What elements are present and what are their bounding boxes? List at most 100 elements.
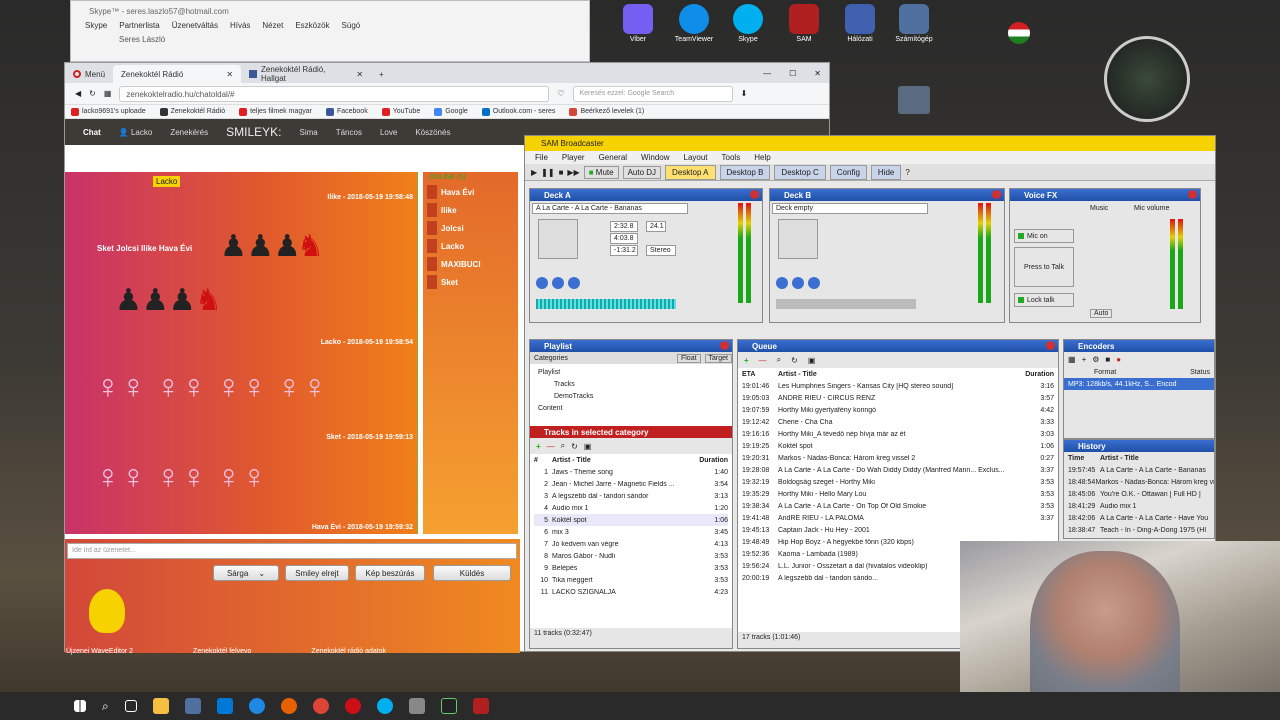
desktop-icon-photo[interactable] — [898, 86, 930, 114]
table-row[interactable]: 19:01:46 Les Humphries Singers - Kansas C… — [742, 380, 1054, 392]
close-icon[interactable] — [1046, 341, 1055, 350]
pause-icon[interactable]: ❚❚ — [541, 168, 554, 177]
skype-contact[interactable]: Seres László — [71, 35, 589, 44]
search-icon[interactable]: ⌕ — [561, 441, 565, 451]
table-row[interactable]: 19:05:03 ANDRÉ RIEU - CIRCUS RENZ 3:57 — [742, 392, 1054, 404]
desktop-icon-viber[interactable]: Viber — [615, 4, 661, 43]
table-row[interactable]: 19:07:59 Horthy Miki gyertyafény koringó 4… — [742, 404, 1054, 416]
mic-on-button[interactable]: Mic on — [1014, 229, 1074, 243]
table-row[interactable]: 19:16:16 Horthy Miki_A tévedő nép hívja m… — [742, 428, 1054, 440]
hide-button[interactable]: Hide — [870, 164, 902, 180]
table-row[interactable]: 8 Maros Gábor - Nudli 3:53 — [534, 550, 728, 562]
desktop-icon-network[interactable]: Hálózati — [837, 4, 883, 43]
nav-lacko[interactable]: 👤 Lacko — [119, 128, 153, 137]
close-icon[interactable]: ✕ — [356, 70, 363, 79]
send-button[interactable]: Küldés — [433, 565, 511, 581]
download-icon[interactable]: ⬇ — [741, 89, 748, 98]
table-row[interactable]: 2 Jean - Michel Jarre - Magnetic Fields .… — [534, 478, 728, 490]
color-select[interactable]: Sárga ⌄ — [213, 565, 279, 581]
desktop-label-waveeditor[interactable]: Újzenei WaveEditor 2 — [66, 648, 133, 655]
desktop-c-tab[interactable]: Desktop C — [774, 164, 826, 180]
encoder-row[interactable]: MP3: 128kb/s, 44.1kHz, S... Encod — [1064, 378, 1214, 390]
app-icon[interactable] — [408, 698, 425, 714]
close-icon[interactable] — [720, 341, 729, 350]
search-icon[interactable]: ⌕ — [777, 355, 781, 365]
skype-icon[interactable] — [376, 698, 393, 714]
skype-menu-view[interactable]: Nézet — [262, 21, 283, 35]
scrollbar[interactable] — [418, 172, 421, 534]
windows-start-icon[interactable] — [74, 700, 86, 712]
url-field[interactable]: zenekoktelradio.hu/chatoldal/# — [119, 85, 550, 102]
table-row[interactable]: 19:12:42 Cherie - Cha Cha 3:33 — [742, 416, 1054, 428]
table-row[interactable]: 19:28:08 A La Carte - A La Carte - Do Wah… — [742, 464, 1054, 476]
add-icon[interactable]: + — [744, 356, 749, 365]
desktop-b-tab[interactable]: Desktop B — [719, 164, 771, 180]
user-ilike[interactable]: Ilike — [423, 201, 518, 219]
skype-window[interactable]: Skype™ - seres.laszlo57@hotmail.com Skyp… — [70, 0, 590, 62]
nav-love[interactable]: Love — [380, 128, 397, 137]
table-row[interactable]: 9 Belépés 3:53 — [534, 562, 728, 574]
skype-menu-contacts[interactable]: Partnerlista — [119, 21, 159, 35]
nav-chat[interactable]: Chat — [83, 128, 101, 137]
table-row[interactable]: 19:20:31 Markos - Nádas-Bonca: Három kreg… — [742, 452, 1054, 464]
smiley-toggle-button[interactable]: Smiley elrejt — [285, 565, 349, 581]
play-icon[interactable] — [552, 277, 564, 289]
tree-playlist[interactable]: Playlist — [538, 366, 724, 378]
close-icon[interactable] — [750, 190, 759, 199]
user-hava-evi[interactable]: Hava Évi — [423, 183, 518, 201]
save-icon[interactable]: ▣ — [808, 356, 816, 365]
user-sket[interactable]: Sket — [423, 273, 518, 291]
float-button[interactable]: Float — [676, 353, 701, 363]
image-insert-button[interactable]: Kép beszúrás — [355, 565, 425, 581]
user-maxibuci[interactable]: MAXIBUCI — [423, 255, 518, 273]
play-icon[interactable] — [792, 277, 804, 289]
browser-menu-button[interactable]: Menü — [65, 65, 113, 83]
sam-menu-window[interactable]: Window — [641, 153, 669, 162]
message-input[interactable]: Ide írd az üzenetet... — [67, 543, 517, 559]
sam-icon[interactable] — [472, 698, 489, 714]
maximize-icon[interactable]: ☐ — [789, 69, 796, 78]
auto-button[interactable]: Auto — [1090, 309, 1113, 318]
bookmark-zenekoktel[interactable]: Zenekoktél Rádió — [159, 107, 225, 116]
table-row[interactable]: 19:32:19 Boldogság szeget - Horthy Miki 3:… — [742, 476, 1054, 488]
sam-menu-tools[interactable]: Tools — [722, 153, 741, 162]
search-icon[interactable]: ⌕ — [102, 699, 109, 714]
remove-icon[interactable]: — — [547, 442, 555, 451]
settings-icon[interactable]: ⚙ — [1092, 355, 1099, 364]
autodj-button[interactable]: Auto DJ — [622, 165, 662, 179]
task-view-icon[interactable] — [124, 700, 137, 712]
table-row[interactable]: 18:48:54 Markos - Nádas-Bonca: Három kreg… — [1068, 476, 1214, 488]
sam-menu-general[interactable]: General — [599, 153, 627, 162]
next-icon[interactable]: ▶▶ — [567, 168, 579, 177]
desktop-icon-teamviewer[interactable]: TeamViewer — [671, 4, 717, 43]
refresh-icon[interactable]: ↻ — [571, 442, 578, 451]
mute-button[interactable]: ■ Mute — [583, 165, 619, 179]
table-row[interactable]: 4 Audio mix 1 1:20 — [534, 502, 728, 514]
table-row[interactable]: 5 Koktél spot 1:06 — [534, 514, 728, 526]
user-jolcsi[interactable]: Jolcsi — [423, 219, 518, 237]
table-row[interactable]: 18:42:06 A La Carte - A La Carte - Have Y… — [1068, 512, 1214, 524]
sam-menu-layout[interactable]: Layout — [684, 153, 708, 162]
table-row[interactable]: 10 Tika meggert 3:53 — [534, 574, 728, 586]
desktop-a-tab[interactable]: Desktop A — [665, 164, 716, 180]
user-lacko[interactable]: Lacko — [423, 237, 518, 255]
close-icon[interactable] — [1188, 190, 1197, 199]
bookmark-uploads[interactable]: lacko9691's uploade — [71, 107, 146, 116]
bookmark-google[interactable]: Google — [434, 107, 468, 116]
desktop-label-radio-data[interactable]: Zenekoktél rádió adatok — [311, 648, 386, 655]
skype-menu-help[interactable]: Súgó — [342, 21, 361, 35]
back-icon[interactable]: ◀ — [75, 89, 81, 98]
tree-content[interactable]: Content — [538, 402, 724, 414]
refresh-icon[interactable]: ↻ — [791, 356, 798, 365]
desktop-icon-computer[interactable]: Számítógép — [891, 4, 937, 43]
skype-menu-tools[interactable]: Eszközök — [295, 21, 329, 35]
table-row[interactable]: 18:41:29 Audio mix 1 — [1068, 500, 1214, 512]
minimize-icon[interactable]: — — [763, 69, 771, 78]
table-row[interactable]: 6 mix 3 3:45 — [534, 526, 728, 538]
stop-icon[interactable]: ■ — [559, 168, 564, 177]
edge-icon[interactable] — [248, 698, 265, 714]
app-icon[interactable] — [184, 698, 201, 714]
help-button[interactable]: ? — [905, 168, 909, 177]
tree-demotracks[interactable]: DemoTracks — [538, 390, 724, 402]
next-icon[interactable] — [808, 277, 820, 289]
